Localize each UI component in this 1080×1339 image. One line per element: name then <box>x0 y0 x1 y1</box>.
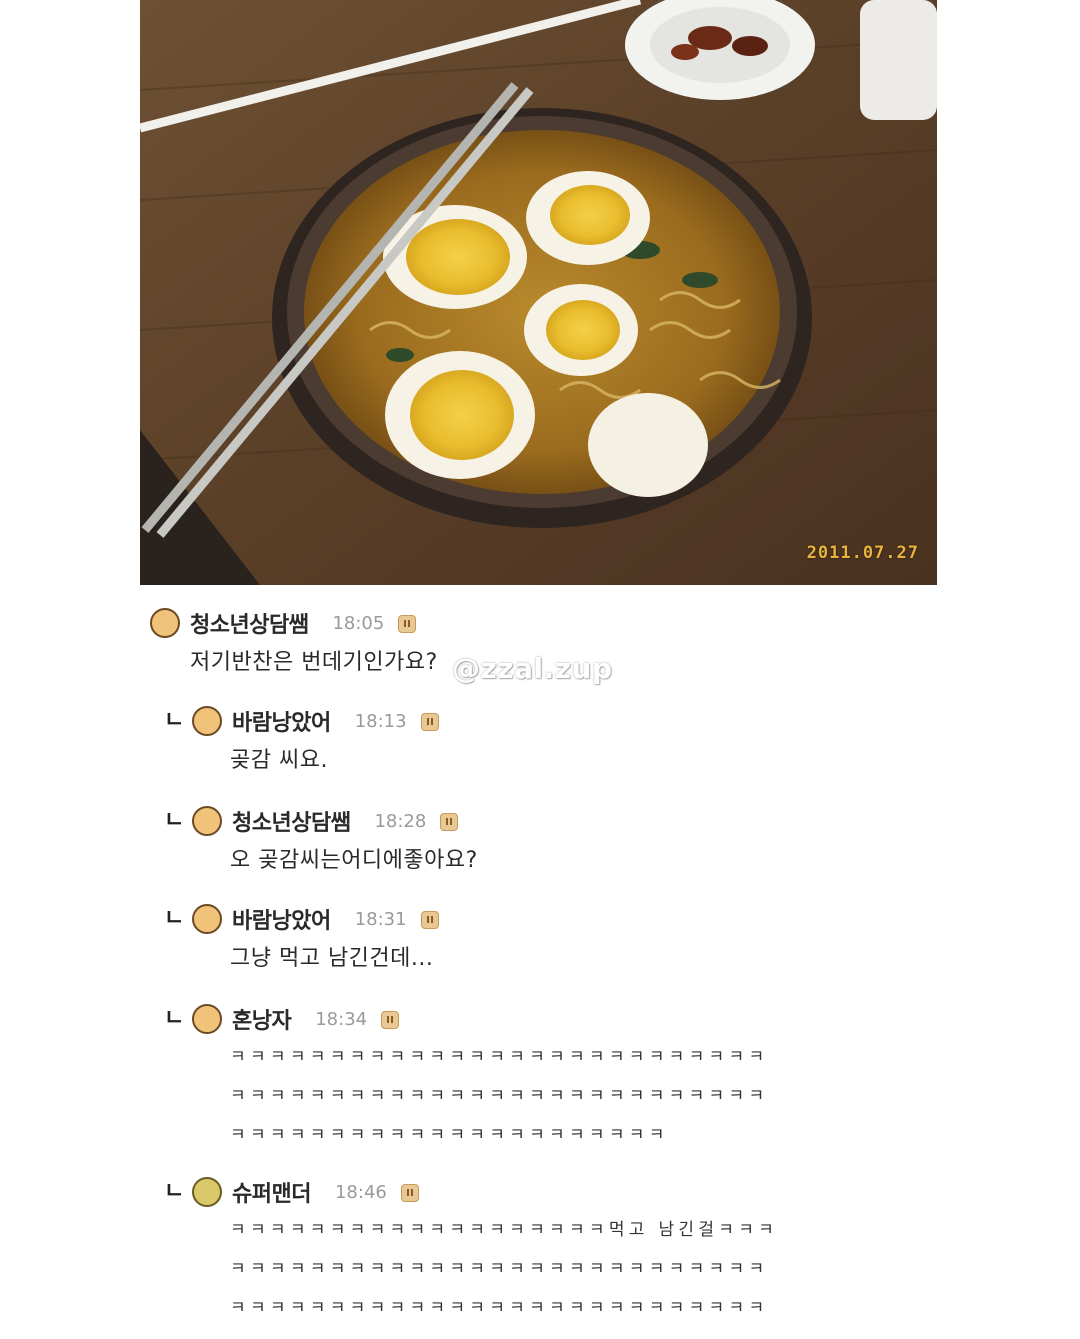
comment-header: ㄴ 청소년상담쌤 18:28 <box>164 804 478 838</box>
comment-text-line: ㅋㅋㅋㅋㅋㅋㅋㅋㅋㅋㅋㅋㅋㅋㅋㅋㅋㅋㅋㅋㅋㅋㅋㅋㅋㅋㅋ <box>230 1086 769 1106</box>
comment-author[interactable]: 바람낭았어 <box>232 903 331 935</box>
comment-time: 18:13 <box>354 710 407 732</box>
reply-comment: ㄴ 바람낭았어 18:13 곶감 씨요. <box>164 704 439 774</box>
level-badge-icon <box>381 1011 400 1029</box>
comment-time: 18:46 <box>334 1181 387 1203</box>
avatar-icon <box>192 904 222 934</box>
comment-text: 그냥 먹고 남긴건데... <box>230 946 434 971</box>
comment-text: 곶감 씨요. <box>230 748 328 773</box>
comment-author[interactable]: 혼낭자 <box>232 1003 292 1035</box>
level-badge-icon <box>420 911 439 929</box>
comment-header: 청소년상담쌤 18:05 <box>150 606 438 640</box>
comment-time: 18:34 <box>315 1008 368 1030</box>
level-badge-icon <box>400 1184 419 1202</box>
comment-text-block: ㅋㅋㅋㅋㅋㅋㅋㅋㅋㅋㅋㅋㅋㅋㅋㅋㅋㅋㅋㅋㅋㅋㅋㅋㅋㅋㅋ ㅋㅋㅋㅋㅋㅋㅋㅋㅋㅋㅋㅋ… <box>230 1038 920 1155</box>
level-badge-icon <box>440 813 459 831</box>
comment-header: ㄴ 바람낭았어 18:31 <box>164 902 439 936</box>
reply-arrow-icon: ㄴ <box>164 708 185 733</box>
comment-text: 저기반찬은 번데기인가요? <box>190 650 438 675</box>
ramen-photo: 2011.07.27 <box>140 0 937 585</box>
avatar-icon <box>150 608 180 638</box>
comment-text-block: ㅋㅋㅋㅋㅋㅋㅋㅋㅋㅋㅋㅋㅋㅋㅋㅋㅋㅋㅋ먹고 남긴걸ㅋㅋㅋ ㅋㅋㅋㅋㅋㅋㅋㅋㅋㅋㅋ… <box>230 1211 920 1328</box>
comment-header: ㄴ 바람낭았어 18:13 <box>164 704 439 738</box>
reply-comment: ㄴ 혼낭자 18:34 ㅋㅋㅋㅋㅋㅋㅋㅋㅋㅋㅋㅋㅋㅋㅋㅋㅋㅋㅋㅋㅋㅋㅋㅋㅋㅋㅋ … <box>164 1002 920 1155</box>
reply-arrow-icon: ㄴ <box>164 1006 185 1031</box>
comment-text-line: ㅋㅋㅋㅋㅋㅋㅋㅋㅋㅋㅋㅋㅋㅋㅋㅋㅋㅋㅋㅋㅋㅋㅋㅋㅋㅋㅋ <box>230 1047 769 1067</box>
avatar-icon <box>192 806 222 836</box>
comment: 청소년상담쌤 18:05 저기반찬은 번데기인가요? <box>150 606 438 676</box>
comment-author[interactable]: 청소년상담쌤 <box>232 805 351 837</box>
ramen-bowl-illustration <box>140 0 937 585</box>
avatar-icon <box>192 1177 222 1207</box>
reply-arrow-icon: ㄴ <box>164 808 185 833</box>
comment-time: 18:05 <box>332 612 385 634</box>
photo-date-stamp: 2011.07.27 <box>806 543 919 563</box>
comment-author[interactable]: 슈퍼맨더 <box>232 1176 311 1208</box>
reply-comment: ㄴ 청소년상담쌤 18:28 오 곶감씨는어디에좋아요? <box>164 804 478 874</box>
comment-text: 오 곶감씨는어디에좋아요? <box>230 848 478 873</box>
avatar-icon <box>192 1004 222 1034</box>
comment-text-line: ㅋㅋㅋㅋㅋㅋㅋㅋㅋㅋㅋㅋㅋㅋㅋㅋㅋㅋㅋㅋㅋㅋㅋㅋㅋㅋㅋ <box>230 1298 769 1318</box>
comment-author[interactable]: 바람낭았어 <box>232 705 331 737</box>
comment-text-line: ㅋㅋㅋㅋㅋㅋㅋㅋㅋㅋㅋㅋㅋㅋㅋㅋㅋㅋㅋㅋㅋㅋㅋㅋㅋㅋㅋ <box>230 1259 769 1279</box>
reply-comment: ㄴ 바람낭았어 18:31 그냥 먹고 남긴건데... <box>164 902 439 972</box>
comment-time: 18:31 <box>354 908 407 930</box>
comment-text-line: ㅋㅋㅋㅋㅋㅋㅋㅋㅋㅋㅋㅋㅋㅋㅋㅋㅋㅋㅋ먹고 남긴걸ㅋㅋㅋ <box>230 1220 779 1240</box>
reply-arrow-icon: ㄴ <box>164 1179 185 1204</box>
comment-author[interactable]: 청소년상담쌤 <box>190 607 309 639</box>
comment-header: ㄴ 슈퍼맨더 18:46 <box>164 1175 920 1209</box>
comment-text-line: ㅋㅋㅋㅋㅋㅋㅋㅋㅋㅋㅋㅋㅋㅋㅋㅋㅋㅋㅋㅋㅋㅋ <box>230 1125 669 1145</box>
comment-time: 18:28 <box>374 810 427 832</box>
reply-arrow-icon: ㄴ <box>164 906 185 931</box>
level-badge-icon <box>420 713 439 731</box>
comment-thread: 청소년상담쌤 18:05 저기반찬은 번데기인가요? ㄴ 바람낭았어 18:13… <box>0 590 1080 1339</box>
avatar-icon <box>192 706 222 736</box>
comment-header: ㄴ 혼낭자 18:34 <box>164 1002 920 1036</box>
reply-comment: ㄴ 슈퍼맨더 18:46 ㅋㅋㅋㅋㅋㅋㅋㅋㅋㅋㅋㅋㅋㅋㅋㅋㅋㅋㅋ먹고 남긴걸ㅋㅋ… <box>164 1175 920 1328</box>
level-badge-icon <box>398 615 417 633</box>
